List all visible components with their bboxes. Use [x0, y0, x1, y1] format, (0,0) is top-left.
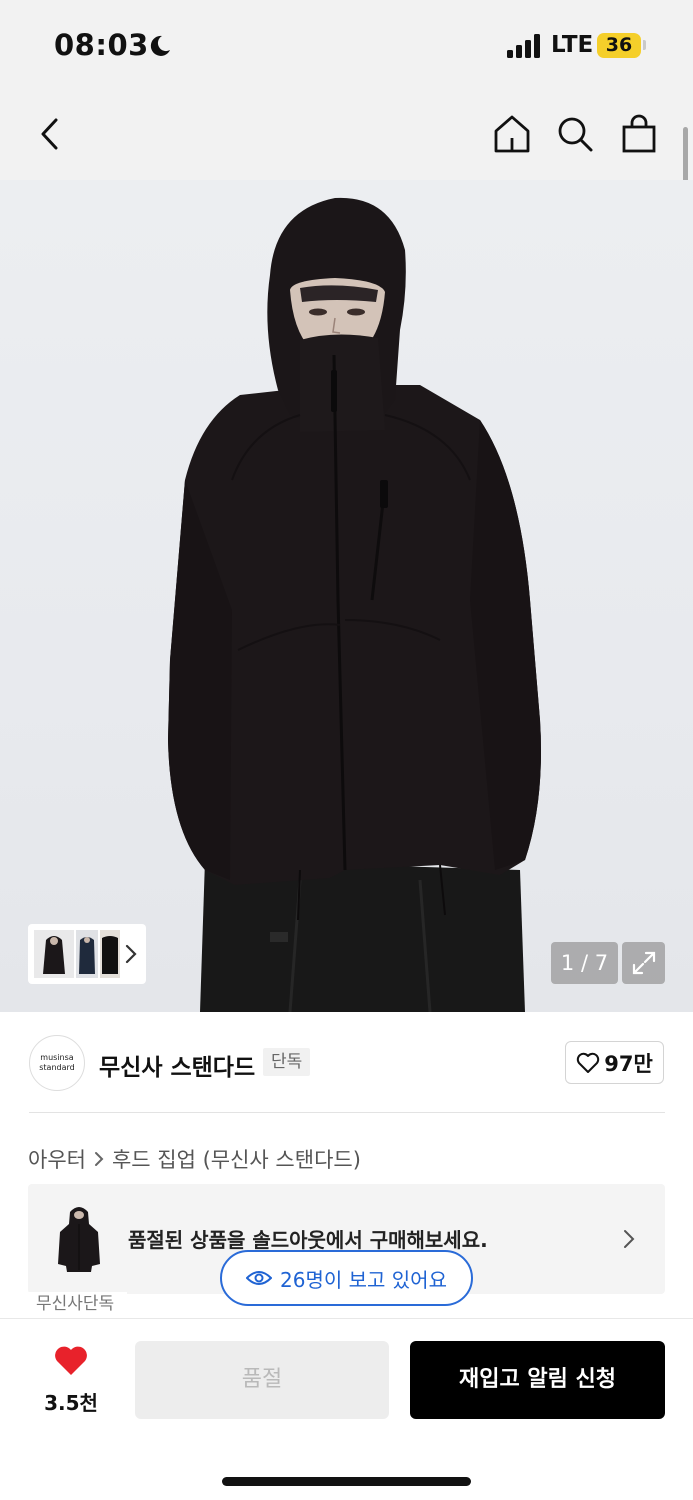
chevron-right-icon — [624, 1230, 635, 1248]
heart-outline-icon — [577, 1052, 600, 1073]
banner-product-thumbnail — [58, 1207, 100, 1272]
status-bar: 08:03 LTE 36 — [0, 0, 693, 90]
search-button[interactable] — [551, 110, 599, 158]
breadcrumb-category[interactable]: 아우터 — [28, 1144, 86, 1174]
soldout-button: 품절 — [135, 1341, 389, 1419]
signal-icon — [507, 34, 540, 58]
expand-button[interactable] — [622, 942, 665, 984]
brand-like-count: 97만 — [604, 1051, 653, 1076]
divider — [29, 1112, 665, 1113]
back-button[interactable] — [26, 110, 74, 158]
battery-level: 36 — [597, 33, 641, 58]
battery-cap — [643, 40, 646, 50]
product-like-button[interactable]: 3.5천 — [34, 1345, 108, 1417]
restock-alert-button[interactable]: 재입고 알림 신청 — [410, 1341, 665, 1419]
viewers-count-text: 26명이 보고 있어요 — [280, 1267, 447, 1292]
breadcrumb-subcategory[interactable]: 후드 집업 (무신사 스탠다드) — [112, 1144, 361, 1174]
soldout-banner-text: 품절된 상품을 솔드아웃에서 구매해보세요. — [128, 1228, 488, 1252]
breadcrumb: 아우터 후드 집업 (무신사 스탠다드) — [28, 1144, 361, 1174]
home-button[interactable] — [488, 110, 536, 158]
brand-name[interactable]: 무신사 스탠다드 — [99, 1048, 255, 1082]
moon-icon — [150, 35, 170, 56]
eye-icon — [246, 1271, 273, 1285]
back-icon — [41, 118, 58, 150]
chevron-right-icon — [94, 1152, 104, 1166]
brand-logo[interactable]: musinsa standard — [29, 1035, 85, 1091]
home-indicator[interactable] — [222, 1477, 471, 1486]
brand-like-button[interactable]: 97만 — [565, 1041, 664, 1084]
thumbnail-image[interactable] — [100, 930, 120, 978]
top-nav — [0, 90, 693, 180]
expand-icon — [632, 951, 655, 975]
thumbnail-strip[interactable] — [28, 924, 146, 984]
brand-logo-line2: standard — [39, 1063, 75, 1072]
exclusive-tag: 무신사단독 — [28, 1292, 127, 1318]
product-like-count: 3.5천 — [44, 1391, 98, 1415]
heart-filled-icon — [55, 1346, 87, 1375]
viewers-count-pill: 26명이 보고 있어요 — [220, 1250, 473, 1306]
product-image-gallery[interactable]: 1 / 7 — [0, 180, 693, 1012]
cart-button[interactable] — [615, 110, 663, 158]
thumbnail-image[interactable] — [76, 930, 98, 978]
brand-logo-line1: musinsa — [40, 1053, 74, 1062]
exclusive-badge: 단독 — [263, 1048, 311, 1076]
thumbnail-image[interactable] — [34, 930, 74, 978]
bottom-action-bar: 3.5천 품절 재입고 알림 신청 — [0, 1318, 693, 1500]
search-icon — [558, 117, 593, 152]
home-icon — [494, 115, 530, 153]
image-counter: 1 / 7 — [551, 942, 618, 984]
network-type: LTE — [551, 32, 594, 58]
chevron-right-icon — [125, 944, 137, 964]
brand-row: musinsa standard 무신사 스탠다드 단독 97만 — [0, 1012, 693, 1112]
product-photo — [168, 197, 541, 1012]
status-time: 08:03 — [54, 28, 149, 62]
bag-icon — [622, 114, 656, 153]
